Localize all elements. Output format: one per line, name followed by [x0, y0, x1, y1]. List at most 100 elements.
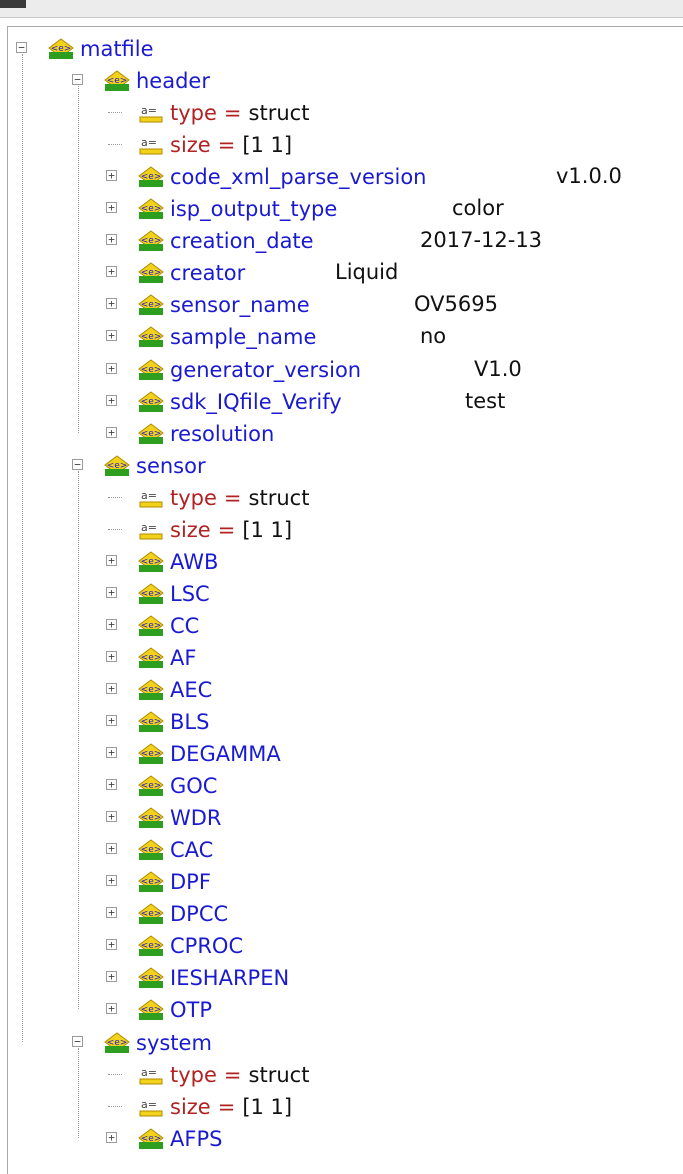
tree-node-degamma[interactable]: <e> DEGAMMA — [106, 737, 281, 769]
tree-node-system[interactable]: <e> system — [72, 1026, 212, 1058]
expand-toggle-icon[interactable] — [106, 715, 117, 726]
collapse-toggle-icon[interactable] — [72, 74, 83, 85]
node-label: sensor_name — [170, 293, 310, 317]
tree-node-dpf[interactable]: <e> DPF — [106, 865, 211, 897]
tree-node-creator[interactable]: <e> creator — [106, 256, 245, 288]
node-label: AF — [170, 646, 197, 670]
equals-sign: = — [217, 518, 236, 542]
tree-node-goc[interactable]: <e> GOC — [106, 769, 217, 801]
collapse-toggle-icon[interactable] — [72, 1036, 83, 1047]
element-node-icon: <e> — [138, 390, 164, 412]
expand-toggle-icon[interactable] — [106, 811, 117, 822]
tree-attr-size[interactable]: a= size = [1 1] — [108, 128, 292, 160]
node-label: size — [170, 133, 211, 157]
tree-node-af[interactable]: <e> AF — [106, 641, 197, 673]
equals-sign: = — [217, 133, 236, 157]
tree-node-resolution[interactable]: <e> resolution — [106, 417, 275, 449]
node-label: resolution — [170, 422, 275, 446]
element-node-icon: <e> — [138, 646, 164, 668]
attribute-node-icon: a= — [138, 133, 164, 155]
node-label: code_xml_parse_version — [170, 165, 427, 189]
node-value: OV5695 — [414, 292, 498, 316]
tree-node-cc[interactable]: <e> CC — [106, 609, 199, 641]
expand-toggle-icon[interactable] — [106, 234, 117, 245]
tree-attr-size[interactable]: a= size = [1 1] — [108, 1090, 293, 1122]
tree-node-header[interactable]: <e> header — [72, 64, 210, 96]
tree-node-awb[interactable]: <e> AWB — [106, 545, 218, 577]
tree-node-dpcc[interactable]: <e> DPCC — [106, 897, 228, 929]
expand-toggle-icon[interactable] — [106, 202, 117, 213]
node-label: type — [170, 101, 217, 125]
tree-attr-type[interactable]: a= type = struct — [108, 1058, 310, 1090]
tree-connector — [108, 529, 122, 530]
node-label: OTP — [170, 998, 213, 1022]
expand-toggle-icon[interactable] — [106, 907, 117, 918]
expand-toggle-icon[interactable] — [106, 298, 117, 309]
node-label: creation_date — [170, 229, 314, 253]
attribute-value: struct — [248, 1063, 310, 1087]
tree-node-iesharpen[interactable]: <e> IESHARPEN — [106, 961, 289, 993]
tree-node-isp-output-type[interactable]: <e> isp_output_type — [106, 192, 337, 224]
tree-node-code-xml-parse-version[interactable]: <e> code_xml_parse_version — [106, 160, 427, 192]
attribute-node-icon: a= — [138, 101, 164, 123]
svg-text:<e>: <e> — [141, 365, 162, 375]
tree-node-sensor-name[interactable]: <e> sensor_name — [106, 288, 310, 320]
collapse-toggle-icon[interactable] — [16, 42, 27, 53]
xml-tree-view[interactable]: <e>matfile<e>headera=type=structa=size=[… — [0, 0, 683, 1173]
tree-root-matfile[interactable]: <e> matfile — [16, 32, 154, 64]
tree-node-sdk-iqfile-verify[interactable]: <e> sdk_IQfile_Verify — [106, 385, 342, 417]
expand-toggle-icon[interactable] — [106, 363, 117, 374]
element-node-icon: <e> — [138, 742, 164, 764]
tree-node-bls[interactable]: <e> BLS — [106, 705, 209, 737]
node-label: sensor — [136, 454, 206, 478]
svg-text:<e>: <e> — [141, 653, 162, 663]
tree-node-cproc[interactable]: <e> CPROC — [106, 929, 243, 961]
collapse-toggle-icon[interactable] — [72, 459, 83, 470]
tree-node-afps[interactable]: <e> AFPS — [106, 1122, 222, 1154]
expand-toggle-icon[interactable] — [106, 266, 117, 277]
node-label: AEC — [170, 678, 213, 702]
expand-toggle-icon[interactable] — [106, 587, 117, 598]
expand-toggle-icon[interactable] — [106, 843, 117, 854]
attribute-node-icon: a= — [138, 518, 164, 540]
svg-text:<e>: <e> — [107, 1038, 128, 1048]
expand-toggle-icon[interactable] — [106, 170, 117, 181]
node-value: no — [420, 324, 447, 348]
element-node-icon: <e> — [138, 614, 164, 636]
element-node-icon: <e> — [48, 37, 74, 59]
tree-node-sensor[interactable]: <e> sensor — [72, 449, 206, 481]
expand-toggle-icon[interactable] — [106, 875, 117, 886]
expand-toggle-icon[interactable] — [106, 1003, 117, 1014]
expand-toggle-icon[interactable] — [106, 619, 117, 630]
expand-toggle-icon[interactable] — [106, 427, 117, 438]
element-node-icon: <e> — [104, 454, 130, 476]
tree-node-creation-date[interactable]: <e> creation_date — [106, 224, 314, 256]
attribute-value: [1 1] — [242, 1095, 293, 1119]
expand-toggle-icon[interactable] — [106, 1132, 117, 1143]
tree-node-cac[interactable]: <e> CAC — [106, 833, 213, 865]
tree-node-aec[interactable]: <e> AEC — [106, 673, 213, 705]
tree-attr-size[interactable]: a= size = [1 1] — [108, 513, 292, 545]
expand-toggle-icon[interactable] — [106, 683, 117, 694]
element-node-icon: <e> — [138, 582, 164, 604]
expand-toggle-icon[interactable] — [106, 330, 117, 341]
expand-toggle-icon[interactable] — [106, 651, 117, 662]
tree-node-sample-name[interactable]: <e> sample_name — [106, 320, 316, 352]
tree-connector — [78, 86, 79, 433]
expand-toggle-icon[interactable] — [106, 971, 117, 982]
tree-connector — [22, 54, 23, 1042]
expand-toggle-icon[interactable] — [106, 779, 117, 790]
svg-text:<e>: <e> — [141, 1134, 162, 1144]
tree-node-wdr[interactable]: <e> WDR — [106, 801, 222, 833]
expand-toggle-icon[interactable] — [106, 939, 117, 950]
tree-node-lsc[interactable]: <e> LSC — [106, 577, 210, 609]
svg-text:<e>: <e> — [141, 909, 162, 919]
tree-attr-type[interactable]: a= type = struct — [108, 96, 309, 128]
node-label: system — [136, 1031, 212, 1055]
expand-toggle-icon[interactable] — [106, 395, 117, 406]
tree-attr-type[interactable]: a= type = struct — [108, 481, 309, 513]
expand-toggle-icon[interactable] — [106, 747, 117, 758]
tree-node-otp[interactable]: <e> OTP — [106, 993, 213, 1025]
expand-toggle-icon[interactable] — [106, 555, 117, 566]
tree-node-generator-version[interactable]: <e> generator_version — [106, 353, 361, 385]
